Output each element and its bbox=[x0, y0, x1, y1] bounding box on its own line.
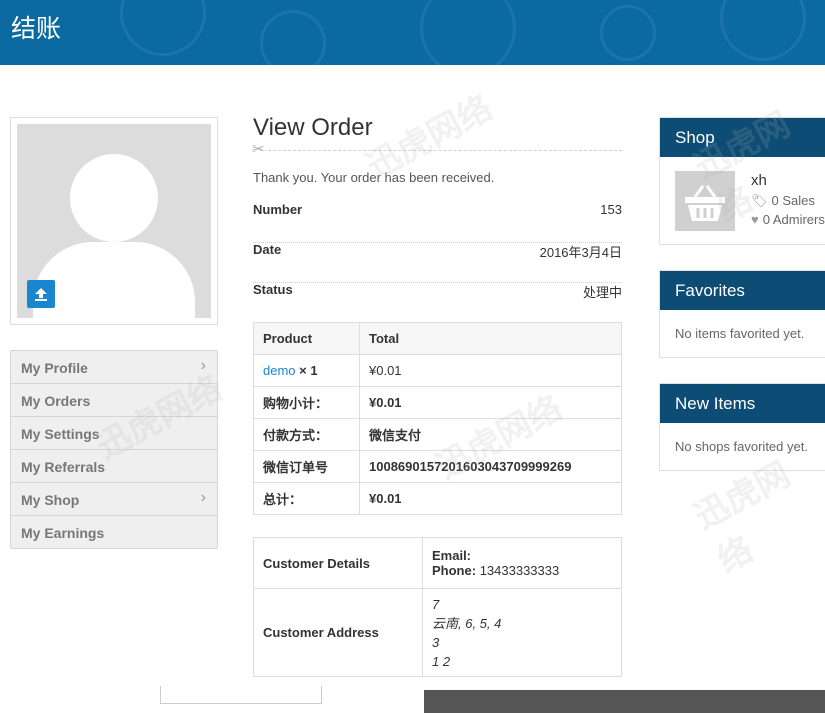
customer-address-label: Customer Address bbox=[253, 588, 423, 677]
shop-name[interactable]: xh bbox=[751, 172, 767, 189]
shop-panel-title: Shop bbox=[660, 118, 825, 157]
table-row: Customer Address 7 云南, 6, 5, 4 3 1 2 bbox=[253, 588, 622, 677]
payment-method-value: 微信支付 bbox=[359, 418, 622, 451]
upload-avatar-button[interactable] bbox=[27, 280, 55, 308]
product-link[interactable]: demo bbox=[263, 363, 296, 378]
order-status-value: 处理中 bbox=[582, 285, 622, 300]
view-order-title: View Order bbox=[253, 114, 373, 141]
table-row: Customer Details Email: Phone: 134333333… bbox=[253, 537, 622, 589]
menu-item-label: My Earnings bbox=[21, 525, 105, 541]
account-menu: My Profile › My Orders My Settings My Re… bbox=[10, 350, 218, 549]
menu-item-label: My Settings bbox=[21, 426, 100, 442]
address-line: 3 bbox=[432, 634, 440, 650]
page-header: 结账 bbox=[0, 0, 825, 65]
new-items-panel-title: New Items bbox=[660, 384, 825, 423]
table-row: 付款方式： 微信支付 bbox=[253, 418, 622, 451]
payment-method-label: 付款方式： bbox=[253, 418, 360, 451]
avatar-card bbox=[10, 117, 218, 325]
wechat-order-number-value: 1008690157201603043709999269 bbox=[359, 450, 622, 483]
table-header-row: Product Total bbox=[253, 322, 622, 355]
shop-panel: Shop xh 🏷 0 Sales ♥ 0 Admirers bbox=[659, 117, 825, 245]
menu-item-my-profile[interactable]: My Profile › bbox=[11, 351, 217, 384]
menu-item-my-earnings[interactable]: My Earnings bbox=[11, 516, 217, 548]
tag-icon: 🏷 bbox=[751, 193, 768, 208]
customer-address-cell: 7 云南, 6, 5, 4 3 1 2 bbox=[422, 588, 622, 677]
customer-details-label: Customer Details bbox=[253, 537, 423, 589]
menu-item-label: My Shop bbox=[21, 492, 80, 508]
scissors-icon: ✂ bbox=[252, 141, 265, 159]
order-total-label: 总计： bbox=[253, 482, 360, 515]
menu-item-my-settings[interactable]: My Settings bbox=[11, 417, 217, 450]
shop-sales: 🏷 0 Sales bbox=[751, 193, 815, 208]
menu-item-label: My Referrals bbox=[21, 459, 106, 475]
chevron-right-icon: › bbox=[200, 489, 206, 506]
table-row: 总计： ¥0.01 bbox=[253, 482, 622, 515]
table-row: 微信订单号 1008690157201603043709999269 bbox=[253, 450, 622, 483]
email-label: Email: bbox=[432, 548, 472, 563]
table-row: 购物小计： ¥0.01 bbox=[253, 386, 622, 419]
shop-basket-icon[interactable] bbox=[675, 171, 735, 231]
column-header-total: Total bbox=[359, 322, 622, 355]
address-line: 7 bbox=[432, 596, 440, 612]
new-items-empty-message: No shops favorited yet. bbox=[675, 439, 808, 454]
order-number-label: Number bbox=[253, 202, 303, 217]
upload-icon bbox=[34, 285, 48, 302]
menu-item-label: My Orders bbox=[21, 393, 91, 409]
address-line: 云南, 6, 5, 4 bbox=[432, 615, 502, 631]
product-total: ¥0.01 bbox=[359, 354, 622, 387]
order-date-row: Date 2016年3月4日 bbox=[253, 242, 622, 283]
menu-item-my-shop[interactable]: My Shop › bbox=[11, 483, 217, 516]
divider bbox=[253, 150, 622, 151]
subtotal-label: 购物小计： bbox=[253, 386, 360, 419]
address-line: 1 2 bbox=[432, 653, 451, 669]
customer-details-table: Customer Details Email: Phone: 134333333… bbox=[253, 537, 622, 677]
order-date-label: Date bbox=[253, 242, 282, 257]
table-row: demo × 1 ¥0.01 bbox=[253, 354, 622, 387]
order-status-row: Status 处理中 bbox=[253, 282, 622, 322]
favorites-panel-title: Favorites bbox=[660, 271, 825, 310]
order-total-value: ¥0.01 bbox=[359, 482, 622, 515]
wechat-order-number-label: 微信订单号 bbox=[253, 450, 360, 483]
new-items-panel: New Items No shops favorited yet. bbox=[659, 383, 825, 471]
favorites-panel: Favorites No items favorited yet. bbox=[659, 270, 825, 358]
heart-icon: ♥ bbox=[751, 212, 759, 227]
footer-bar bbox=[424, 690, 825, 713]
page-title: 结账 bbox=[11, 14, 62, 43]
favorites-empty-message: No items favorited yet. bbox=[675, 326, 805, 341]
customer-contact-cell: Email: Phone: 13433333333 bbox=[422, 537, 622, 589]
order-number-value: 153 bbox=[600, 202, 622, 217]
product-quantity: × 1 bbox=[299, 363, 318, 378]
thank-you-message: Thank you. Your order has been received. bbox=[253, 170, 495, 185]
menu-item-my-referrals[interactable]: My Referrals bbox=[11, 450, 217, 483]
product-cell: demo × 1 bbox=[253, 354, 360, 387]
footer-box bbox=[160, 686, 322, 704]
menu-item-my-orders[interactable]: My Orders bbox=[11, 384, 217, 417]
order-status-label: Status bbox=[253, 282, 293, 297]
subtotal-value: ¥0.01 bbox=[359, 386, 622, 419]
phone-label: Phone: bbox=[432, 563, 477, 578]
phone-value: 13433333333 bbox=[479, 563, 560, 578]
order-items-table: Product Total demo × 1 ¥0.01 购物小计： ¥0.01… bbox=[253, 322, 622, 515]
shop-admirers: ♥ 0 Admirers bbox=[751, 212, 825, 227]
chevron-right-icon: › bbox=[200, 357, 206, 374]
order-number-row: Number 153 bbox=[253, 202, 622, 243]
order-date-value: 2016年3月4日 bbox=[539, 245, 622, 260]
column-header-product: Product bbox=[253, 322, 360, 355]
menu-item-label: My Profile bbox=[21, 360, 88, 376]
